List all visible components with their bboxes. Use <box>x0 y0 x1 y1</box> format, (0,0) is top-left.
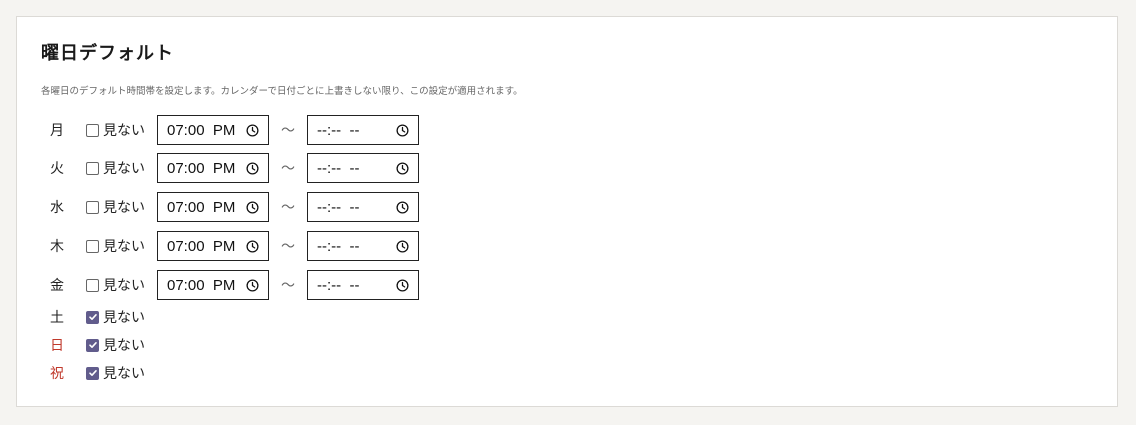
hide-checkbox[interactable]: 見ない <box>86 197 157 217</box>
range-separator: 〜 <box>281 161 295 177</box>
hide-checkbox[interactable]: 見ない <box>86 275 157 295</box>
start-time-input[interactable]: 07:00 PM <box>157 231 269 261</box>
start-time-value: 07:00 PM <box>167 237 236 255</box>
range-separator: 〜 <box>281 123 295 139</box>
hide-checkbox[interactable]: 見ない <box>86 363 157 383</box>
hide-checkbox[interactable]: 見ない <box>86 120 157 140</box>
day-label: 土 <box>50 310 64 326</box>
hide-checkbox-label: 見ない <box>103 366 145 382</box>
day-label: 木 <box>50 239 64 255</box>
day-row-fri: 金 見ない 07:00 PM 〜 --:-- -- <box>41 270 419 300</box>
start-time-input[interactable]: 07:00 PM <box>157 192 269 222</box>
range-separator: 〜 <box>281 200 295 216</box>
checkbox[interactable] <box>86 366 99 380</box>
weekday-defaults-panel: 曜日デフォルト 各曜日のデフォルト時間帯を設定します。カレンダーで日付ごとに上書… <box>16 16 1118 407</box>
day-row-tue: 火 見ない 07:00 PM 〜 --:-- -- <box>41 153 419 183</box>
checkbox[interactable] <box>86 310 99 324</box>
section-description: 各曜日のデフォルト時間帯を設定します。カレンダーで日付ごとに上書きしない限り、こ… <box>41 86 523 97</box>
hide-checkbox[interactable]: 見ない <box>86 307 157 327</box>
start-time-input[interactable]: 07:00 PM <box>157 270 269 300</box>
clock-icon[interactable] <box>246 239 259 253</box>
checkbox[interactable] <box>86 123 99 137</box>
hide-checkbox-label: 見ない <box>103 338 145 354</box>
day-row-thu: 木 見ない 07:00 PM 〜 --:-- -- <box>41 231 419 261</box>
hide-checkbox-label: 見ない <box>103 239 145 255</box>
clock-icon[interactable] <box>246 200 259 214</box>
start-time-value: 07:00 PM <box>167 121 236 139</box>
end-time-value: --:-- -- <box>317 198 360 216</box>
day-label: 金 <box>50 278 64 294</box>
day-label: 日 <box>50 338 64 354</box>
end-time-input[interactable]: --:-- -- <box>307 115 419 145</box>
end-time-input[interactable]: --:-- -- <box>307 153 419 183</box>
end-time-value: --:-- -- <box>317 121 360 139</box>
clock-icon[interactable] <box>396 161 409 175</box>
hide-checkbox-label: 見ない <box>103 278 145 294</box>
day-row-holiday: 祝 見ない <box>41 359 157 387</box>
checkbox[interactable] <box>86 161 99 175</box>
checkbox[interactable] <box>86 200 99 214</box>
clock-icon[interactable] <box>396 123 409 137</box>
clock-icon[interactable] <box>246 123 259 137</box>
end-time-value: --:-- -- <box>317 159 360 177</box>
start-time-value: 07:00 PM <box>167 198 236 216</box>
hide-checkbox-label: 見ない <box>103 310 145 326</box>
end-time-value: --:-- -- <box>317 237 360 255</box>
range-separator: 〜 <box>281 278 295 294</box>
start-time-input[interactable]: 07:00 PM <box>157 153 269 183</box>
day-row-wed: 水 見ない 07:00 PM 〜 --:-- -- <box>41 192 419 222</box>
checkmark-icon <box>88 342 97 348</box>
start-time-value: 07:00 PM <box>167 276 236 294</box>
day-row-sun: 日 見ない <box>41 331 157 359</box>
hide-checkbox[interactable]: 見ない <box>86 335 157 355</box>
start-time-input[interactable]: 07:00 PM <box>157 115 269 145</box>
range-separator: 〜 <box>281 239 295 255</box>
section-title: 曜日デフォルト <box>41 43 174 64</box>
hide-checkbox-label: 見ない <box>103 161 145 177</box>
checkbox[interactable] <box>86 338 99 352</box>
checkbox[interactable] <box>86 278 99 292</box>
end-time-input[interactable]: --:-- -- <box>307 270 419 300</box>
checkmark-icon <box>88 370 97 376</box>
clock-icon[interactable] <box>246 161 259 175</box>
hide-checkbox-label: 見ない <box>103 123 145 139</box>
checkbox[interactable] <box>86 239 99 253</box>
end-time-input[interactable]: --:-- -- <box>307 231 419 261</box>
hide-checkbox[interactable]: 見ない <box>86 158 157 178</box>
day-label: 祝 <box>50 366 64 382</box>
end-time-value: --:-- -- <box>317 276 360 294</box>
day-row-sat: 土 見ない <box>41 303 157 331</box>
clock-icon[interactable] <box>396 278 409 292</box>
start-time-value: 07:00 PM <box>167 159 236 177</box>
checkmark-icon <box>88 314 97 320</box>
day-label: 火 <box>50 161 64 177</box>
clock-icon[interactable] <box>246 278 259 292</box>
hide-checkbox[interactable]: 見ない <box>86 236 157 256</box>
day-row-mon: 月 見ない 07:00 PM 〜 --:-- -- <box>41 115 419 145</box>
clock-icon[interactable] <box>396 239 409 253</box>
hide-checkbox-label: 見ない <box>103 200 145 216</box>
clock-icon[interactable] <box>396 200 409 214</box>
end-time-input[interactable]: --:-- -- <box>307 192 419 222</box>
day-label: 月 <box>50 123 64 139</box>
day-label: 水 <box>50 200 64 216</box>
